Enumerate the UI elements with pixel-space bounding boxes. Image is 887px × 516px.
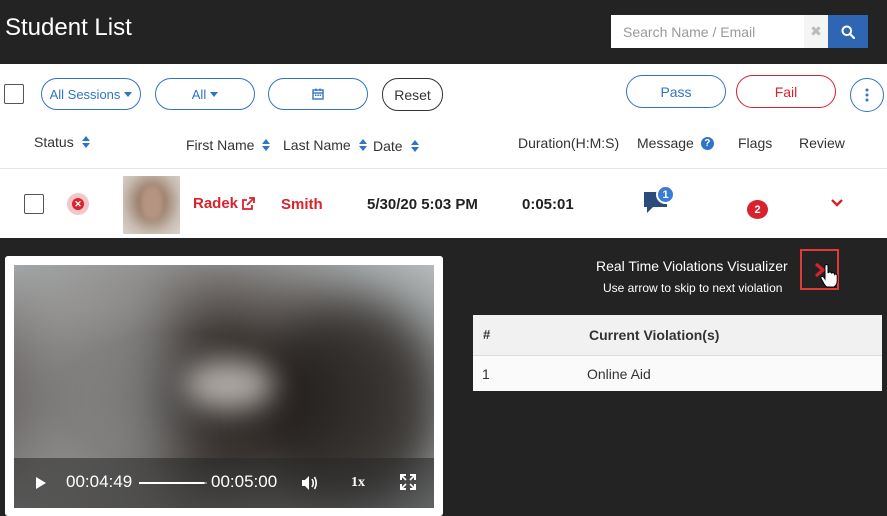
volume-icon[interactable] [301, 475, 319, 491]
violations-visualizer-title: Real Time Violations Visualizer [596, 258, 788, 274]
violations-visualizer-subtitle: Use arrow to skip to next violation [603, 281, 783, 295]
duration-value: 0:05:01 [522, 196, 574, 213]
select-all-checkbox[interactable] [4, 84, 24, 104]
column-header-status[interactable]: Status [34, 134, 90, 150]
search-button[interactable] [828, 15, 868, 48]
help-icon[interactable]: ? [700, 136, 714, 150]
proctor-video-player[interactable]: 00:04:49 00:05:00 1x [14, 265, 434, 508]
violations-table-header: # Current Violation(s) [473, 315, 882, 356]
video-controls: 00:04:49 00:05:00 1x [14, 458, 434, 508]
violation-name: Online Aid [587, 366, 651, 382]
caret-down-icon [124, 91, 133, 97]
total-time: 00:05:00 [211, 472, 278, 491]
playback-speed-button[interactable]: 1x [351, 475, 365, 491]
sort-icon [358, 139, 367, 151]
column-header-message: Message ? [637, 135, 714, 151]
search-bar: ✖ [611, 15, 868, 48]
reset-button[interactable]: Reset [382, 78, 443, 111]
search-clear-button[interactable]: ✖ [804, 15, 828, 48]
top-header: Student List ✖ [0, 0, 887, 64]
fail-button[interactable]: Fail [736, 75, 836, 108]
calendar-icon [312, 88, 324, 100]
status-failed-icon: ✕ [67, 193, 89, 215]
search-input[interactable] [611, 15, 804, 48]
status-filter-dropdown[interactable]: All [155, 78, 255, 110]
caret-down-icon [210, 91, 219, 97]
filter-toolbar: All Sessions All Reset Pass Fail [0, 64, 887, 124]
date-picker-button[interactable] [268, 78, 368, 110]
column-header-date-label: Date [373, 138, 403, 154]
first-name-value: Radek [193, 195, 239, 212]
row-checkbox[interactable] [24, 194, 44, 214]
sessions-dropdown[interactable]: All Sessions [41, 78, 141, 110]
page-title: Student List [5, 14, 132, 41]
violation-index: 1 [482, 366, 490, 382]
hand-cursor-icon [820, 264, 838, 288]
row-divider [0, 168, 887, 169]
pass-button[interactable]: Pass [626, 75, 726, 108]
column-header-review: Review [799, 135, 845, 151]
external-link-icon [242, 196, 255, 210]
column-header-duration: Duration(H:M:S) [518, 135, 619, 151]
more-options-button[interactable] [850, 78, 884, 112]
violations-col-name: Current Violation(s) [589, 327, 720, 343]
sort-icon [410, 140, 419, 152]
status-filter-label: All [191, 86, 207, 102]
sort-icon [262, 139, 271, 151]
search-icon [841, 25, 855, 39]
sort-icon [81, 136, 90, 148]
last-name-value: Smith [281, 196, 323, 213]
table-row[interactable]: 1 Online Aid [473, 356, 882, 391]
play-icon[interactable] [36, 477, 46, 489]
column-header-first-name-label: First Name [186, 137, 255, 153]
more-vertical-icon [865, 88, 869, 102]
message-count-badge: 1 [656, 185, 675, 204]
column-header-duration-label: Duration(H:M:S) [518, 135, 620, 151]
progress-bar[interactable] [139, 482, 207, 484]
violations-table: # Current Violation(s) 1 Online Aid [473, 315, 882, 391]
fullscreen-icon[interactable] [400, 474, 416, 490]
flags-count-badge[interactable]: 2 [747, 200, 768, 219]
sessions-dropdown-label: All Sessions [49, 86, 121, 102]
column-header-message-label: Message [637, 135, 694, 151]
column-header-last-name[interactable]: Last Name [283, 137, 367, 153]
close-icon: ✖ [810, 23, 822, 39]
violations-col-index: # [483, 327, 491, 342]
current-time: 00:04:49 [66, 472, 133, 491]
first-name-link[interactable]: Radek [193, 195, 255, 212]
chevron-down-icon[interactable] [829, 197, 845, 209]
column-header-first-name[interactable]: First Name [186, 137, 271, 153]
student-table-panel: All Sessions All Reset Pass Fail Status [0, 64, 887, 238]
student-photo[interactable] [123, 176, 180, 234]
column-header-flags: Flags [738, 135, 772, 151]
date-value: 5/30/20 5:03 PM [367, 196, 478, 213]
column-header-date[interactable]: Date [373, 138, 419, 154]
column-header-flags-label: Flags [738, 135, 773, 151]
column-header-review-label: Review [799, 135, 845, 151]
column-header-last-name-label: Last Name [283, 137, 351, 153]
column-header-status-label: Status [34, 134, 74, 150]
